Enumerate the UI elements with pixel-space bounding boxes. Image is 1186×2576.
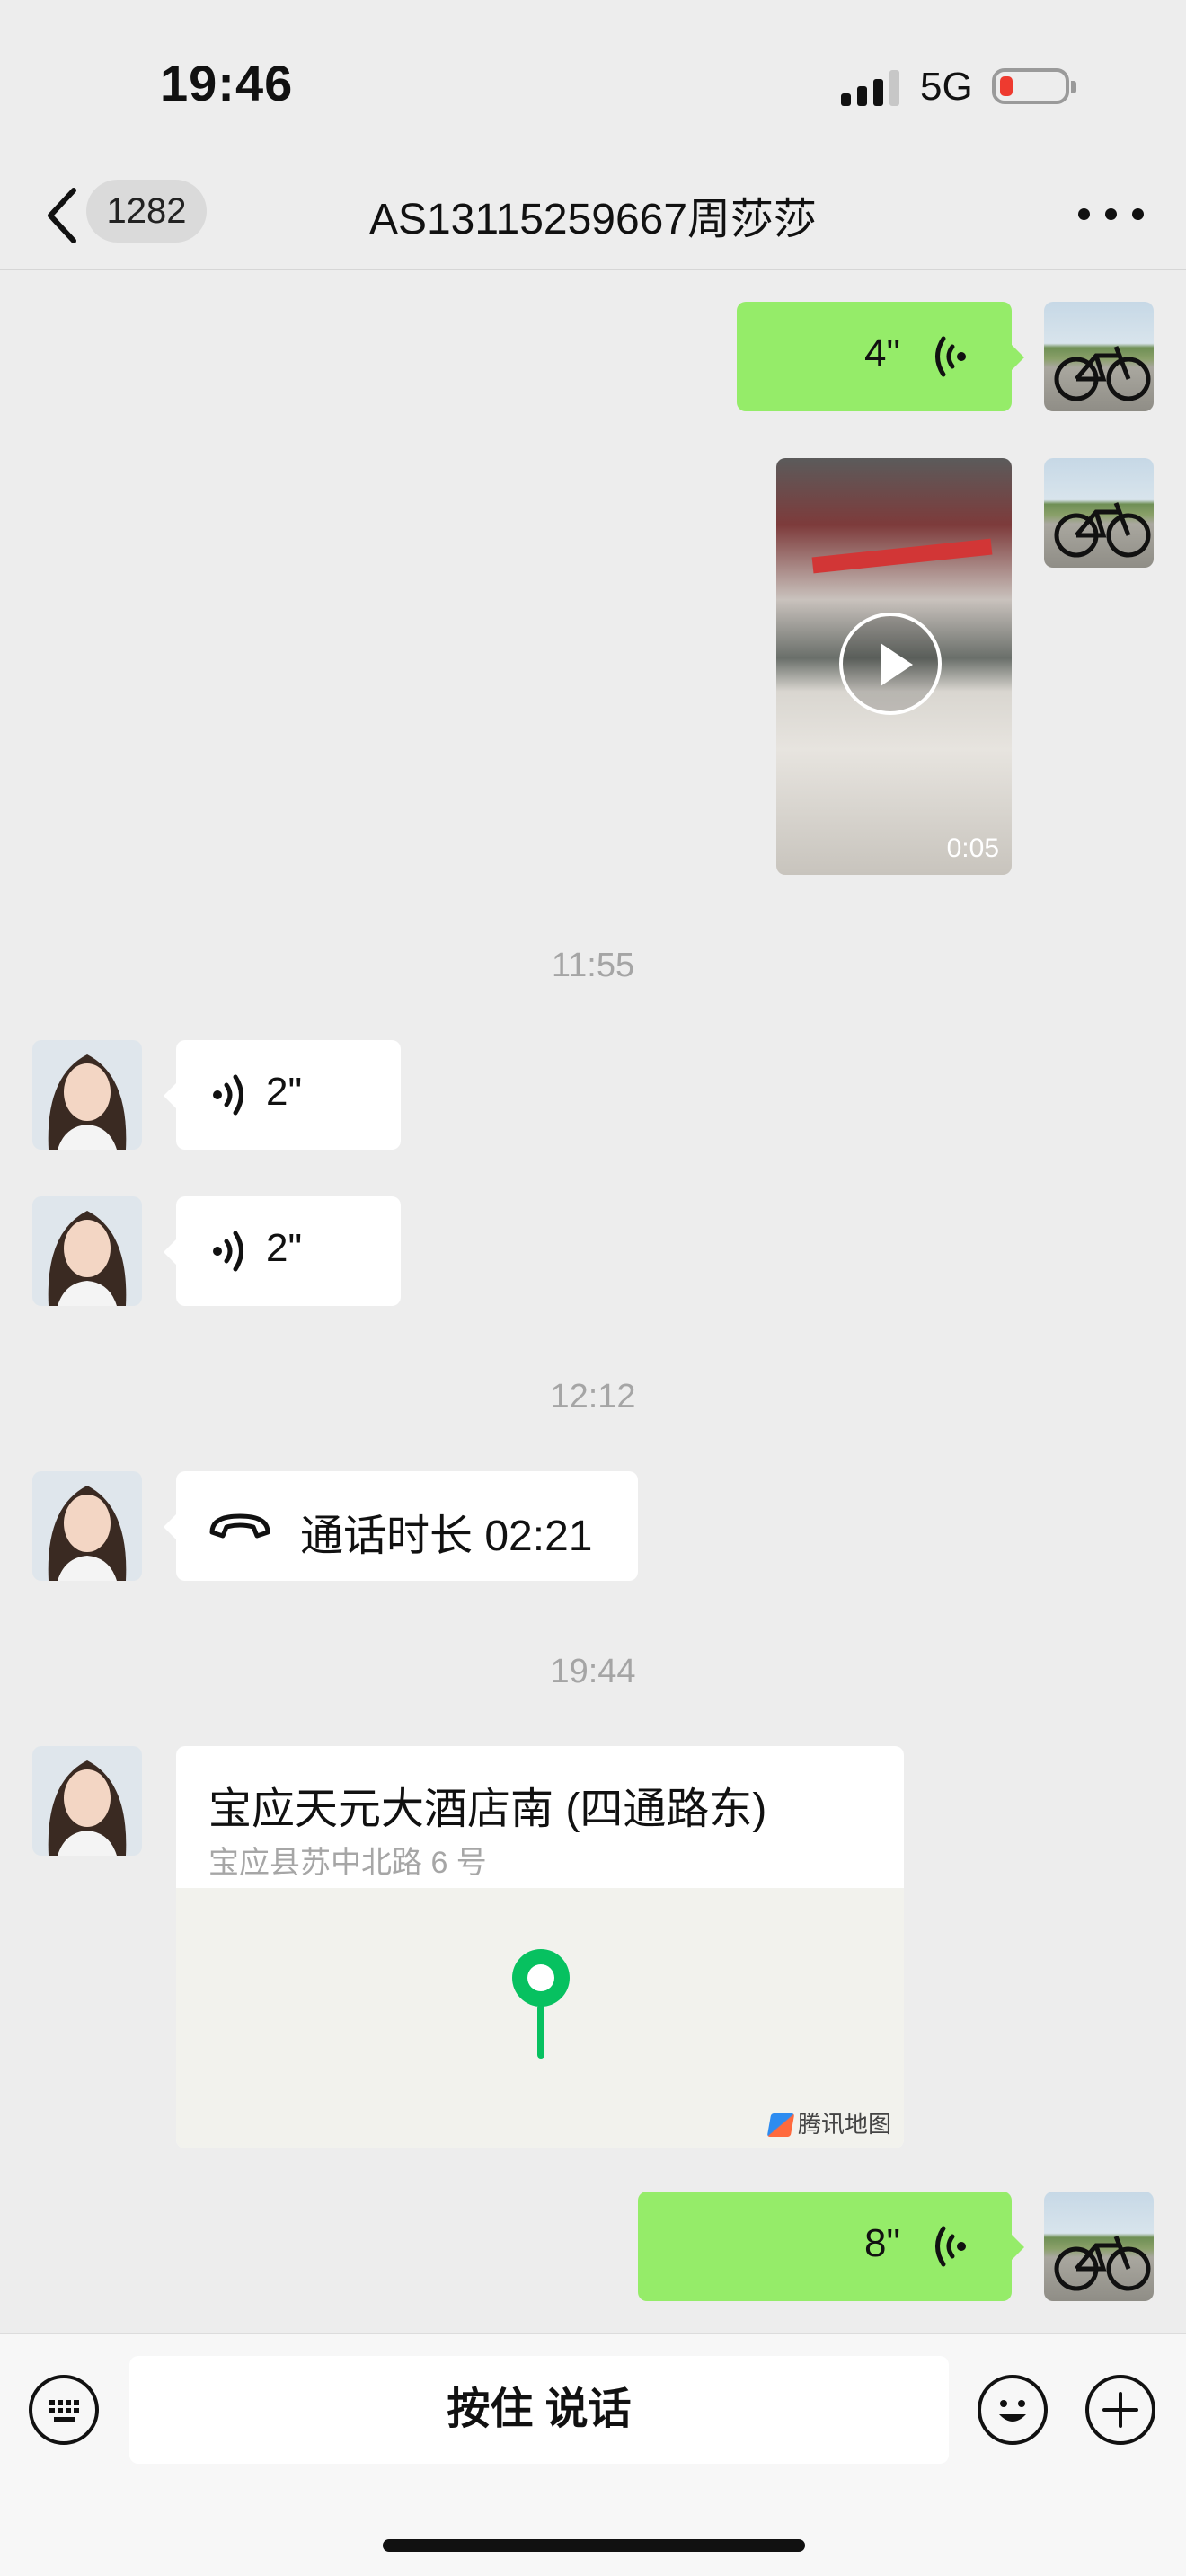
my-avatar[interactable] <box>1044 2192 1154 2301</box>
voice-message-incoming[interactable]: 2" <box>164 1040 401 1150</box>
plus-icon[interactable] <box>1085 2375 1155 2445</box>
tencent-map-logo-icon <box>766 2113 795 2137</box>
voice-wave-icon <box>935 2226 966 2267</box>
battery-icon <box>992 68 1076 104</box>
location-message[interactable]: 宝应天元大酒店南 (四通路东) 宝应县苏中北路 6 号 腾讯地图 <box>176 1746 904 2148</box>
home-indicator <box>383 2539 805 2552</box>
status-bar: 19:46 5G <box>0 0 1186 162</box>
voice-duration: 2" <box>266 1070 303 1114</box>
emoji-icon[interactable] <box>978 2375 1048 2445</box>
contact-avatar[interactable] <box>32 1746 142 1856</box>
voice-message-outgoing[interactable]: 4" <box>737 302 1024 411</box>
video-message-outgoing[interactable]: 0:05 <box>776 458 1012 875</box>
network-type: 5G <box>920 65 973 109</box>
map-pin-icon <box>512 1949 570 2059</box>
location-address: 宝应县苏中北路 6 号 <box>208 1846 487 1880</box>
phone-icon <box>209 1513 270 1539</box>
my-avatar[interactable] <box>1044 458 1154 568</box>
call-record-message[interactable]: 通话时长 02:21 <box>164 1471 638 1581</box>
message-timestamp: 11:55 <box>551 947 635 984</box>
message-timestamp: 19:44 <box>550 1653 636 1690</box>
input-bar: 按住 说话 <box>0 2333 1186 2576</box>
voice-wave-icon <box>935 336 966 377</box>
status-time: 19:46 <box>160 55 294 111</box>
chat-header: 1282 AS13115259667周莎莎 <box>0 162 1186 270</box>
location-name: 宝应天元大酒店南 (四通路东) <box>208 1786 767 1833</box>
voice-wave-icon <box>213 1231 243 1272</box>
map-provider-logo: 腾讯地图 <box>766 2106 891 2139</box>
keyboard-icon[interactable] <box>29 2375 99 2445</box>
my-avatar[interactable] <box>1044 302 1154 411</box>
contact-avatar[interactable] <box>32 1471 142 1581</box>
more-icon[interactable] <box>1078 207 1146 225</box>
map-provider-name: 腾讯地图 <box>797 2111 891 2138</box>
call-duration-label: 通话时长 02:21 <box>300 1513 593 1560</box>
chat-screen: 19:46 5G 1282 AS13115259667周莎莎 4" 0:05 1… <box>0 0 1186 2576</box>
voice-wave-icon <box>213 1074 243 1116</box>
location-map-preview[interactable]: 腾讯地图 <box>176 1888 904 2148</box>
hold-to-talk-button[interactable]: 按住 说话 <box>129 2356 949 2464</box>
voice-message-incoming[interactable]: 2" <box>164 1196 401 1306</box>
voice-message-outgoing[interactable]: 8" <box>638 2192 1024 2301</box>
video-duration: 0:05 <box>946 834 999 863</box>
message-timestamp: 12:12 <box>550 1378 636 1416</box>
chat-title: AS13115259667周莎莎 <box>368 196 818 243</box>
contact-avatar[interactable] <box>32 1196 142 1306</box>
contact-avatar[interactable] <box>32 1040 142 1150</box>
voice-duration: 4" <box>864 331 901 375</box>
voice-duration: 8" <box>864 2221 901 2265</box>
voice-duration: 2" <box>266 1226 303 1270</box>
play-icon[interactable] <box>839 613 942 715</box>
cellular-signal-icon <box>841 70 900 106</box>
